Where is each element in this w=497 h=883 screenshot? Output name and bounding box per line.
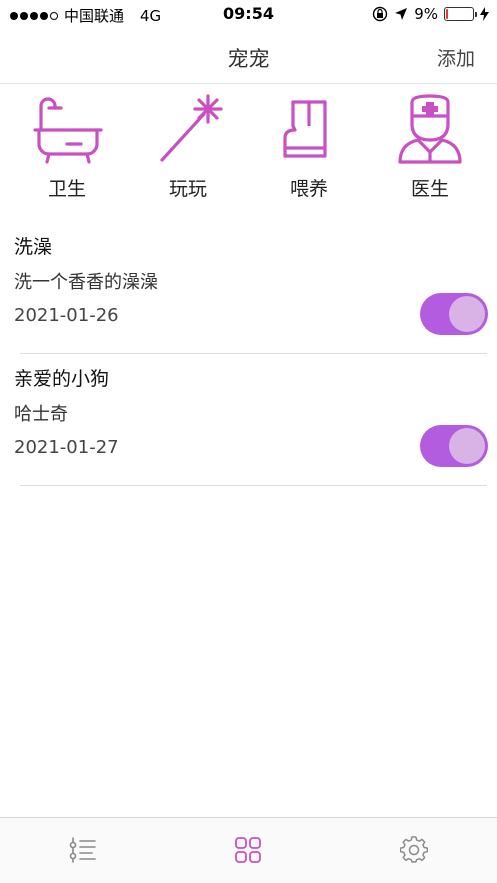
toggle-knob (449, 428, 485, 464)
item-subtitle: 哈士奇 (14, 404, 68, 425)
item-date: 2021-01-26 (14, 305, 119, 326)
status-bar: 中国联通 4G 09:54 9% (0, 0, 497, 30)
toggle-knob (449, 296, 485, 332)
list-item[interactable]: 洗澡 洗一个香香的澡澡 2021-01-26 (14, 222, 488, 354)
page-title: 宠宠 (227, 47, 270, 71)
reminder-toggle[interactable] (420, 293, 488, 335)
location-arrow-icon (395, 8, 408, 20)
reminder-list: 洗澡 洗一个香香的澡澡 2021-01-26 亲爱的小狗 哈士奇 2021-01… (0, 222, 497, 486)
doctor-icon (398, 94, 462, 164)
category-label: 喂养 (289, 178, 328, 200)
list-item[interactable]: 亲爱的小狗 哈士奇 2021-01-27 (14, 354, 488, 486)
boot-icon (283, 100, 327, 158)
list-icon (69, 837, 96, 863)
rotation-lock-icon (373, 6, 388, 22)
reminder-toggle[interactable] (420, 425, 488, 467)
bathtub-icon (33, 97, 103, 164)
charging-icon (480, 7, 489, 21)
category-label: 卫生 (47, 178, 86, 200)
status-right: 9% (372, 5, 489, 23)
item-title: 亲爱的小狗 (14, 368, 110, 390)
tab-settings[interactable] (394, 830, 434, 870)
item-subtitle: 洗一个香香的澡澡 (14, 272, 158, 293)
category-label: 医生 (410, 178, 449, 200)
category-row: 卫生 玩玩 喂养 医生 (0, 92, 497, 207)
add-button[interactable]: 添加 (437, 44, 475, 71)
gear-icon (400, 836, 428, 863)
category-play[interactable]: 玩玩 (133, 92, 243, 201)
grid-icon (235, 837, 261, 863)
battery-icon (444, 7, 477, 21)
category-hygiene[interactable]: 卫生 (12, 92, 122, 201)
battery-percent: 9% (414, 5, 438, 23)
tab-bar (0, 817, 497, 883)
item-date: 2021-01-27 (14, 437, 119, 458)
item-title: 洗澡 (14, 236, 53, 258)
magic-wand-icon (160, 94, 223, 162)
category-doctor[interactable]: 医生 (375, 92, 485, 201)
navigation-bar: 宠宠 添加 (0, 30, 497, 84)
tab-list[interactable] (63, 830, 103, 870)
tab-grid[interactable] (228, 830, 268, 870)
category-label: 玩玩 (168, 178, 207, 200)
category-feeding[interactable]: 喂养 (254, 92, 364, 201)
